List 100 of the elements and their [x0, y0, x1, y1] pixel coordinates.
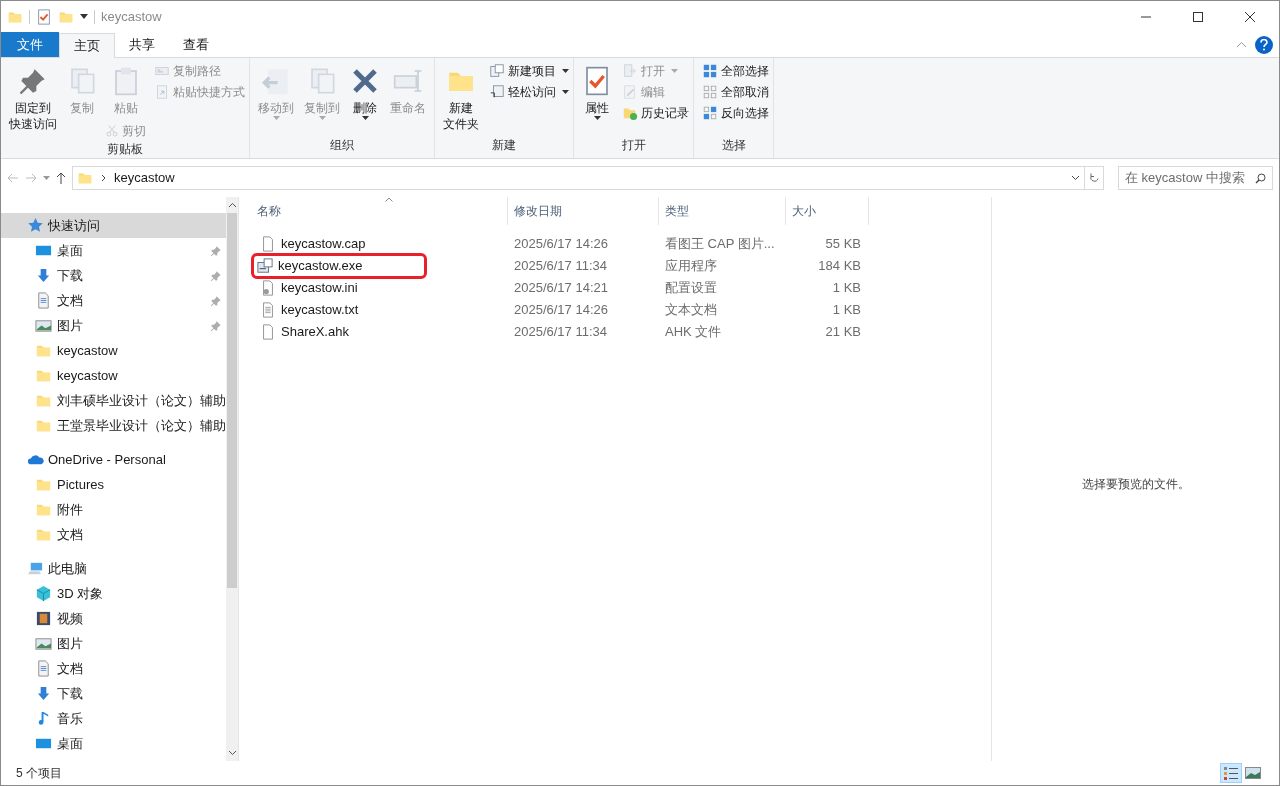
recent-locations-caret-icon[interactable] — [43, 176, 50, 180]
date-cell-text: 2025/6/17 14:26 — [513, 301, 609, 320]
ribbon-group-label: 组织 — [329, 137, 355, 154]
application-icon — [257, 258, 273, 274]
scroll-thumb[interactable] — [227, 213, 237, 588]
type-cell-text: 配置设置 — [664, 279, 718, 298]
ribbon-button[interactable]: 固定到 快速访问 — [5, 62, 61, 132]
refresh-icon — [1088, 172, 1100, 184]
file-row[interactable]: keycastow.exe 2025/6/17 11:34 应用程序 184 KB — [239, 255, 991, 277]
caret-icon — [272, 116, 280, 120]
nav-item[interactable]: 附件 — [1, 497, 226, 522]
search-field[interactable]: 在 keycastow 中搜索 — [1118, 166, 1273, 190]
caret-icon — [671, 69, 678, 73]
nav-item[interactable]: 下载 — [1, 681, 226, 706]
nav-item[interactable]: keycastow — [1, 338, 226, 363]
file-name: ShareX.ahk — [281, 323, 349, 342]
size-cell-text: 184 KB — [817, 257, 862, 276]
column-header[interactable]: 修改日期 — [508, 197, 659, 225]
file-row[interactable]: keycastow.cap 2025/6/17 14:26 看图王 CAP 图片... 55 KB — [239, 233, 991, 255]
nav-item[interactable]: 文档 — [1, 288, 226, 313]
nav-item[interactable]: Pictures — [1, 472, 226, 497]
star-icon — [27, 217, 44, 234]
size-cell-text: 1 KB — [831, 301, 862, 320]
date-cell-text: 2025/6/17 14:26 — [513, 235, 609, 254]
column-header[interactable]: 大小 — [786, 197, 869, 225]
file-row[interactable]: keycastow.ini 2025/6/17 14:21 配置设置 1 KB — [239, 277, 991, 299]
ribbon-button[interactable]: 删除 — [346, 62, 384, 120]
ribbon-button[interactable]: 反向选择 — [702, 104, 769, 122]
size-cell-text: 21 KB — [824, 323, 862, 342]
shortcut-icon — [154, 84, 170, 100]
nav-section[interactable]: 此电脑 — [1, 556, 226, 581]
settings-file-icon — [260, 280, 276, 296]
collapse-ribbon-icon[interactable] — [1236, 41, 1247, 48]
ribbon-tab[interactable]: 共享 — [115, 32, 169, 57]
picture-icon — [35, 317, 52, 334]
caret-icon — [361, 116, 369, 120]
ribbon-group-label: 选择 — [720, 137, 747, 154]
size-cell-text: 55 KB — [824, 235, 862, 254]
file-name: keycastow.ini — [281, 279, 358, 298]
file-row[interactable]: keycastow.txt 2025/6/17 14:26 文本文档 1 KB — [239, 299, 991, 321]
nav-item[interactable]: 3D 对象 — [1, 581, 226, 606]
nav-item[interactable]: 刘丰硕毕业设计（论文）辅助 — [1, 388, 226, 413]
file-name: keycastow.cap — [281, 235, 366, 254]
details-view-button[interactable] — [1220, 763, 1242, 783]
nav-item[interactable]: 文档 — [1, 656, 226, 681]
cube-icon — [35, 585, 52, 602]
ribbon-button[interactable]: 属性 — [578, 62, 616, 120]
ribbon-button[interactable]: 轻松访问 — [489, 83, 569, 101]
document-icon — [35, 292, 52, 309]
date-cell-text: 2025/6/17 14:21 — [513, 279, 609, 298]
type-cell-text: 应用程序 — [664, 257, 718, 276]
document-icon — [35, 660, 52, 677]
ribbon-group-label: 新建 — [491, 137, 517, 154]
window-title: keycastow — [101, 7, 162, 26]
file-name: keycastow.txt — [281, 301, 359, 320]
nav-item[interactable]: 图片 — [1, 313, 226, 338]
nav-section[interactable]: OneDrive - Personal — [1, 447, 226, 472]
invert-selection-icon — [702, 105, 718, 121]
ribbon-button[interactable]: 新建 文件夹 — [439, 62, 483, 132]
column-header[interactable]: 类型 — [659, 197, 786, 225]
ribbon-tab[interactable]: 查看 — [169, 32, 223, 57]
ribbon-button[interactable]: 新建项目 — [489, 62, 569, 80]
nav-item[interactable]: 音乐 — [1, 706, 226, 731]
search-icon — [1255, 172, 1266, 184]
column-header[interactable]: 名称 — [239, 197, 508, 225]
new-item-icon — [489, 63, 505, 79]
nav-item[interactable]: 视频 — [1, 606, 226, 631]
file-row[interactable]: ShareX.ahk 2025/6/17 11:34 AHK 文件 21 KB — [239, 321, 991, 343]
nav-item[interactable]: 王堂景毕业设计（论文）辅助 — [1, 413, 226, 438]
text-file-icon — [260, 302, 276, 318]
dropdown-caret-icon[interactable] — [1071, 175, 1080, 181]
nav-item[interactable]: 桌面 — [1, 238, 226, 263]
nav-item[interactable]: 桌面 — [1, 731, 226, 756]
file-menu-tab[interactable]: 文件 — [1, 32, 59, 57]
ribbon-group-label: 剪贴板 — [106, 141, 144, 158]
caret-icon — [593, 116, 601, 120]
ribbon-button[interactable]: 全部选择 — [702, 62, 769, 80]
nav-item[interactable]: 图片 — [1, 631, 226, 656]
date-cell-text: 2025/6/17 11:34 — [513, 257, 608, 276]
nav-item[interactable]: keycastow — [1, 363, 226, 388]
ribbon-group-label: 打开 — [620, 137, 647, 154]
nav-item[interactable]: 下载 — [1, 263, 226, 288]
ribbon-button[interactable]: 历史记录 — [622, 104, 689, 122]
address-bar[interactable]: keycastow — [72, 166, 1085, 190]
caret-icon — [318, 116, 326, 120]
breadcrumb[interactable]: keycastow — [114, 168, 1063, 188]
ribbon-tab[interactable]: 主页 — [59, 33, 115, 58]
quick-access-dropdown[interactable] — [80, 13, 88, 20]
help-icon[interactable] — [1255, 35, 1273, 54]
ribbon-button[interactable]: 全部取消 — [702, 83, 769, 101]
type-cell-text: AHK 文件 — [664, 323, 723, 342]
up-arrow-icon[interactable] — [56, 172, 66, 184]
nav-section[interactable]: 快速访问 — [1, 213, 226, 238]
properties-icon — [36, 8, 52, 25]
type-cell-text: 文本文档 — [664, 301, 718, 320]
file-icon — [260, 236, 276, 252]
scrollbar[interactable] — [226, 197, 238, 761]
film-icon — [35, 610, 52, 627]
nav-item[interactable]: 文档 — [1, 522, 226, 547]
easy-access-icon — [489, 84, 505, 100]
